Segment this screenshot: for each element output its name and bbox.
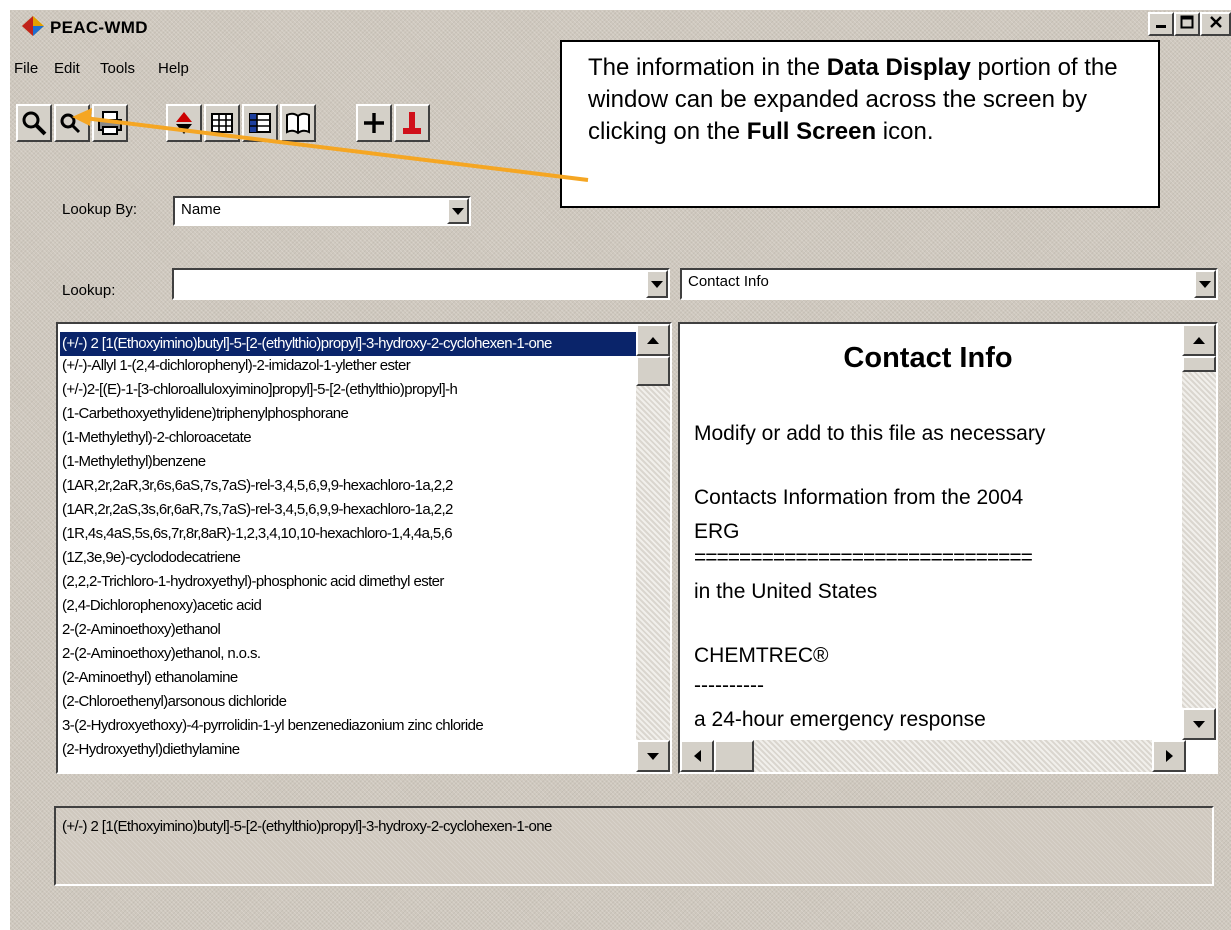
callout-text: The information in the [588,54,827,81]
scroll-up-button[interactable] [1182,324,1216,356]
display-line: in the United States [694,580,878,603]
table-icon [211,113,233,133]
list-item[interactable]: 3-(2-Hydroxyethoxy)-4-pyrrolidin-1-yl be… [62,714,484,738]
arrow-right-icon [1165,750,1173,762]
scroll-down-button[interactable] [636,740,670,772]
zoom-search-button[interactable] [54,104,90,142]
menu-file[interactable]: File [14,60,38,77]
list-item[interactable]: (+/-)-Allyl 1-(2,4-dichlorophenyl)-2-imi… [62,354,411,378]
display-line: Contacts Information from the 2004 [694,486,1024,509]
list-item[interactable]: (2-Hydroxyethyl)diethylamine [62,738,240,762]
chevron-down-icon [651,280,663,288]
lookup-input[interactable] [172,268,670,300]
menu-tools[interactable]: Tools [100,60,135,77]
callout-emphasis: Data Display [826,54,971,81]
callout-emphasis: Full Screen [746,118,877,145]
list-item[interactable]: (1Z,3e,9e)-cyclododecatriene [62,546,241,570]
window-title: PEAC-WMD [50,18,148,37]
display-line: CHEMTREC® [694,644,829,667]
maximize-icon [1180,15,1194,29]
scroll-thumb[interactable] [636,356,670,386]
print-icon [98,111,122,135]
display-line: Modify or add to this file as necessary [694,422,1046,445]
chevron-down-icon [452,207,464,215]
maximize-button[interactable] [1174,12,1200,36]
selected-item-text: (+/-) 2 [1(Ethoxyimino)butyl]-5-[2-(ethy… [62,818,552,835]
scroll-left-button[interactable] [680,740,714,772]
arrow-left-icon [693,750,701,762]
list-item[interactable]: (1-Methylethyl)benzene [62,450,206,474]
display-select-value: Contact Info [688,273,769,290]
display-line: ============================== [694,546,1033,569]
search-button[interactable] [16,104,52,142]
add-icon [364,113,384,133]
table-detail-icon [249,113,271,133]
scroll-thumb[interactable] [714,740,754,772]
sort-button[interactable] [166,104,202,142]
display-vertical-scrollbar[interactable] [1182,324,1216,740]
list-item[interactable]: (2,2,2-Trichloro-1-hydroxyethyl)-phospho… [62,570,444,594]
display-horizontal-scrollbar[interactable] [680,740,1186,772]
menu-help[interactable]: Help [158,60,189,77]
zoom-in-search-icon [60,113,84,134]
minimize-button[interactable] [1148,12,1174,36]
list-item[interactable]: (1AR,2r,2aR,3r,6s,6aS,7s,7aS)-rel-3,4,5,… [62,474,453,498]
minimize-icon [1156,25,1166,28]
flag-icon [403,112,421,134]
chemical-list-scrollbar[interactable] [636,324,670,772]
scroll-up-button[interactable] [636,324,670,356]
lookup-by-dropdown-button[interactable] [447,198,469,224]
close-button[interactable] [1200,12,1231,36]
arrow-down-icon [647,752,659,760]
display-heading: Contact Info [843,342,1013,374]
display-select[interactable]: Contact Info [680,268,1218,300]
lookup-dropdown-button[interactable] [646,270,668,298]
book-icon [286,112,310,135]
list-item[interactable]: (1R,4s,4aS,5s,6s,7r,8r,8aR)-1,2,3,4,10,1… [62,522,453,546]
list-item[interactable]: (+/-) 2 [1(Ethoxyimino)butyl]-5-[2-(ethy… [60,332,636,356]
chevron-down-icon [1199,280,1211,288]
list-item[interactable]: (+/-)2-[(E)-1-[3-chloroalluloxyimino]pro… [62,378,458,402]
display-select-dropdown-button[interactable] [1194,270,1216,298]
lookup-by-label: Lookup By: [62,201,138,218]
close-icon [1209,16,1222,28]
display-line: ERG [694,520,740,543]
arrow-down-icon [1193,720,1205,728]
list-item[interactable]: (1-Carbethoxyethylidene)triphenylphospho… [62,402,349,426]
flag-button[interactable] [394,104,430,142]
menu-edit[interactable]: Edit [54,60,80,77]
app-logo-icon [22,16,44,36]
display-line: ---------- [694,674,764,697]
table-button[interactable] [204,104,240,142]
arrow-up-icon [1193,336,1205,344]
lookup-by-select[interactable]: Name [173,196,471,226]
arrow-up-icon [647,336,659,344]
list-item[interactable]: (2-Aminoethyl) ethanolamine [62,666,238,690]
scroll-thumb[interactable] [1182,356,1216,372]
display-line: a 24-hour emergency response [694,708,986,731]
callout-text: icon. [876,118,934,145]
list-item[interactable]: (1-Methylethyl)-2-chloroacetate [62,426,252,450]
selected-item-box: (+/-) 2 [1(Ethoxyimino)butyl]-5-[2-(ethy… [54,806,1214,886]
search-icon [22,111,47,136]
list-item[interactable]: 2-(2-Aminoethoxy)ethanol, n.o.s. [62,642,261,666]
list-item[interactable]: (2-Chloroethenyl)arsonous dichloride [62,690,287,714]
data-display[interactable]: Contact Info Modify or add to this file … [678,322,1218,774]
list-item[interactable]: (1AR,2r,2aS,3s,6r,6aR,7s,7aS)-rel-3,4,5,… [62,498,453,522]
callout-box: The information in the Data Display port… [560,40,1160,208]
scroll-right-button[interactable] [1152,740,1186,772]
list-item[interactable]: (2,4-Dichlorophenoxy)acetic acid [62,594,262,618]
lookup-label: Lookup: [62,282,116,299]
lookup-by-value: Name [181,201,222,218]
sort-icon [176,112,192,134]
print-button[interactable] [92,104,128,142]
list-item[interactable]: 2-(2-Aminoethoxy)ethanol [62,618,221,642]
add-button[interactable] [356,104,392,142]
scroll-down-button[interactable] [1182,708,1216,740]
table-detail-button[interactable] [242,104,278,142]
book-button[interactable] [280,104,316,142]
chemical-list[interactable]: (+/-) 2 [1(Ethoxyimino)butyl]-5-[2-(ethy… [56,322,672,774]
